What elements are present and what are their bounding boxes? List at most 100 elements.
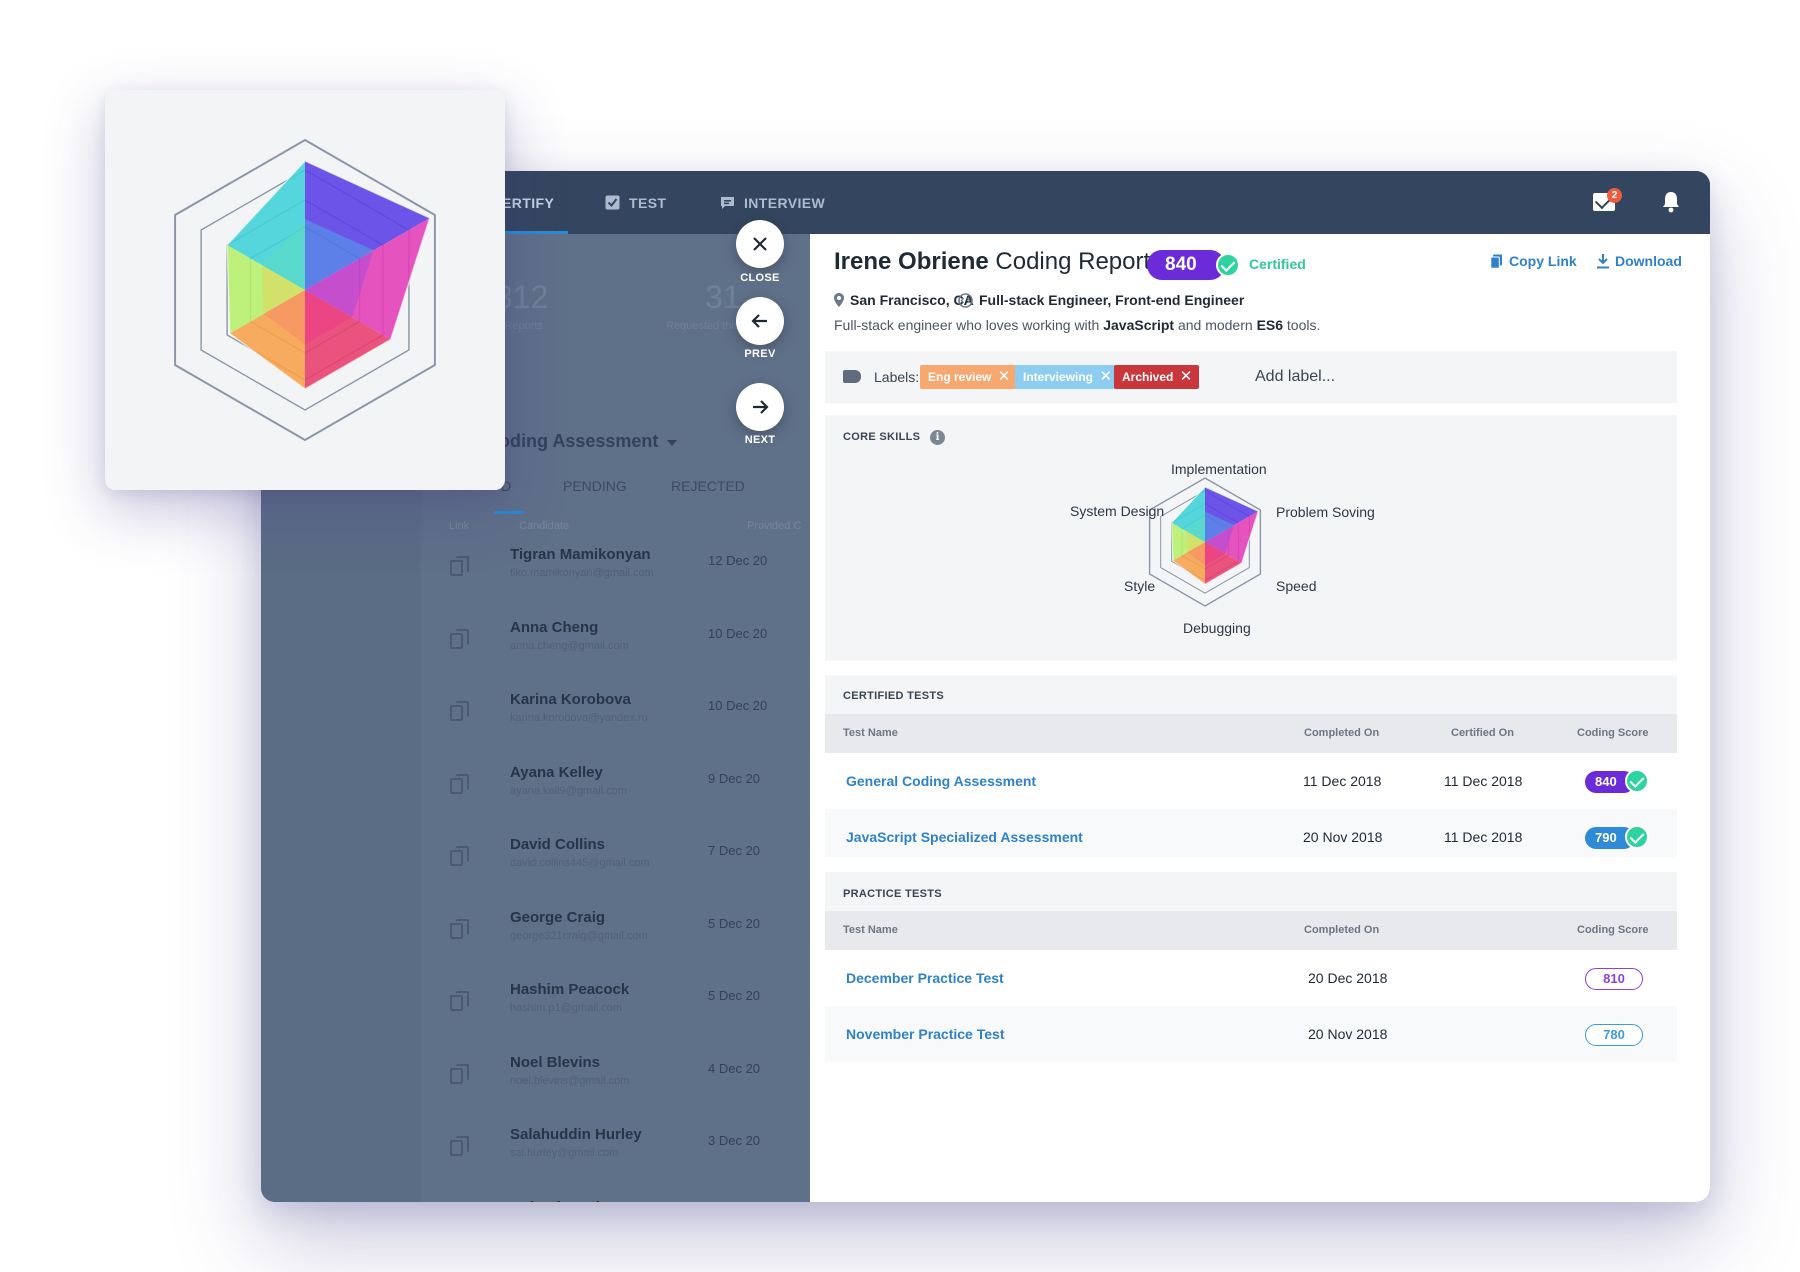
label-text: Interviewing	[1023, 370, 1094, 384]
completed-date: 20 Nov 2018	[1303, 829, 1383, 845]
assessment-title[interactable]: oding Assessment	[499, 431, 658, 452]
arrow-right-icon	[753, 400, 769, 414]
tab-pending[interactable]: PENDING	[563, 478, 627, 494]
provided-date: 7 Dec 20	[708, 843, 761, 858]
score-badge: 840	[1147, 250, 1225, 280]
chevron-down-icon[interactable]	[667, 440, 677, 446]
completed-date: 11 Dec 2018	[1303, 773, 1382, 789]
list-item[interactable]: George Craig george321craig@gmail.com 5 De…	[436, 909, 810, 971]
column-test-name: Test Name	[843, 924, 898, 936]
column-certified-on: Certified On	[1451, 727, 1514, 739]
certified-date: 11 Dec 2018	[1444, 773, 1523, 789]
label-text: Eng review	[928, 370, 992, 384]
candidate-email: ayana.kell9@gmail.com	[510, 784, 627, 797]
tab-test[interactable]: TEST	[605, 171, 666, 234]
remove-label-icon[interactable]: ✕	[998, 365, 1011, 389]
location-text: San Francisco, CA	[850, 292, 974, 308]
radar-preview-chart	[174, 138, 436, 442]
core-skills-title: CORE SKILLS	[843, 431, 921, 443]
score-pill: 780	[1585, 1024, 1643, 1046]
copy-link-label: Copy Link	[1509, 253, 1577, 269]
tab-label: ERTIFY	[502, 194, 555, 211]
candidate-name: Ayana Kelley	[510, 763, 603, 781]
list-item[interactable]: Noel Blevins noel.blevins@gmail.com 4 Dec …	[436, 1054, 810, 1116]
copy-icon[interactable]	[450, 1136, 469, 1156]
test-link[interactable]: JavaScript Specialized Assessment	[846, 829, 1083, 845]
list-item[interactable]: Salahuddin Hurley sal.hurley@gmail.com 3 D…	[436, 1126, 810, 1188]
column-coding-score: Coding Score	[1577, 727, 1649, 739]
provided-date: 5 Dec 20	[708, 915, 761, 931]
provided-date: 3 Dec 20	[708, 1133, 761, 1148]
next-label: NEXT	[744, 434, 776, 446]
list-item[interactable]: David Collins david.collins445@gmail.com 7…	[436, 836, 810, 898]
add-label-input[interactable]: Add label...	[1255, 368, 1335, 386]
provided-date: 5 Dec 20	[708, 988, 761, 1003]
download-button[interactable]: Download	[1597, 253, 1682, 269]
bio-highlight-es6: ES6	[1256, 317, 1284, 333]
close-label: CLOSE	[740, 272, 780, 284]
tab-rejected[interactable]: REJECTED	[671, 478, 745, 494]
table-header: Test Name Completed On Coding Score	[825, 911, 1677, 950]
list-item[interactable]: Ayana Kelley ayana.kell9@gmail.com 9 Dec 2…	[436, 764, 810, 826]
close-icon	[753, 237, 767, 251]
code-icon	[958, 292, 973, 308]
copy-icon[interactable]	[450, 773, 469, 794]
location-pin-icon	[834, 293, 844, 307]
column-candidate[interactable]: Candidate	[519, 520, 569, 532]
candidate-email: david.collins445@gmail.com	[510, 857, 650, 869]
candidate-name: Irene Obriene	[834, 248, 989, 275]
list-item[interactable]: Tigran Mamikonyan tiko.mamikonyan@gmail.c…	[436, 546, 810, 608]
copy-icon[interactable]	[450, 701, 469, 721]
close-button[interactable]	[736, 220, 784, 268]
roles: Full-stack Engineer, Front-end Engineer	[958, 292, 1244, 308]
mail-badge: 2	[1607, 188, 1622, 203]
bio-text: Full-stack engineer who loves working wi…	[834, 317, 1100, 333]
bio-highlight-javascript: JavaScript	[1103, 317, 1175, 333]
check-icon	[1216, 253, 1240, 277]
copy-link-button[interactable]: Copy Link	[1490, 253, 1577, 269]
bell-icon[interactable]	[1662, 191, 1680, 213]
provided-date: 10 Dec 20	[708, 625, 768, 641]
copy-icon[interactable]	[450, 628, 469, 649]
table-row: General Coding Assessment 11 Dec 2018 11…	[825, 753, 1677, 809]
table-header: Test Name Completed On Certified On Codi…	[825, 714, 1677, 753]
copy-icon[interactable]	[450, 1063, 469, 1084]
test-link[interactable]: December Practice Test	[846, 970, 1004, 986]
tab-label: INTERVIEW	[744, 194, 826, 211]
list-item[interactable]: Karina Korobova karina.korobova@yandex.ru…	[436, 691, 810, 753]
column-coding-score: Coding Score	[1577, 924, 1649, 936]
copy-icon[interactable]	[450, 556, 469, 576]
list-item[interactable]: Hashim Peacock hashim.p1@gmail.com 5 Dec 2…	[436, 981, 810, 1043]
candidate-email: noel.blevins@gmail.com	[510, 1074, 630, 1087]
location: San Francisco, CA	[834, 292, 974, 308]
candidate-email: george321craig@gmail.com	[510, 929, 648, 942]
certified-date: 11 Dec 2018	[1444, 829, 1523, 845]
test-link[interactable]: November Practice Test	[846, 1026, 1004, 1042]
test-link[interactable]: General Coding Assessment	[846, 773, 1036, 789]
candidate-email: hashim.p1@gmail.com	[510, 1002, 623, 1014]
download-icon	[1597, 253, 1609, 268]
copy-icon[interactable]	[450, 991, 469, 1011]
arrow-left-icon	[751, 314, 767, 328]
remove-label-icon[interactable]: ✕	[1180, 365, 1193, 389]
label-chip-interviewing: Interviewing ✕	[1015, 365, 1120, 389]
copy-icon[interactable]	[450, 918, 469, 939]
remove-label-icon[interactable]: ✕	[1099, 365, 1112, 389]
copy-icon[interactable]	[450, 846, 469, 866]
candidate-name: Roland Hewitt	[510, 1199, 610, 1203]
axis-label: Debugging	[1183, 620, 1251, 636]
tab-certify[interactable]: ERTIFY	[497, 171, 569, 234]
practice-tests-section: PRACTICE TESTS Test Name Completed On Co…	[825, 872, 1677, 1062]
tab-label: TEST	[629, 194, 667, 211]
prev-label: PREV	[744, 348, 776, 360]
next-button[interactable]	[736, 383, 784, 431]
info-icon[interactable]: i	[930, 430, 945, 445]
list-item[interactable]: Roland Hewitt1 Dec 20	[436, 1199, 810, 1203]
candidate-name: Karina Korobova	[510, 691, 631, 708]
prev-button[interactable]	[736, 297, 784, 345]
table-row: December Practice Test 20 Dec 2018 810	[825, 950, 1677, 1006]
list-item[interactable]: Anna Cheng anna.cheng@gmail.com 10 Dec 20	[436, 619, 810, 681]
report-title: Irene Obriene Coding Report	[834, 248, 1150, 276]
axis-label: Style	[1124, 578, 1156, 594]
candidate-name: Noel Blevins	[510, 1053, 601, 1071]
